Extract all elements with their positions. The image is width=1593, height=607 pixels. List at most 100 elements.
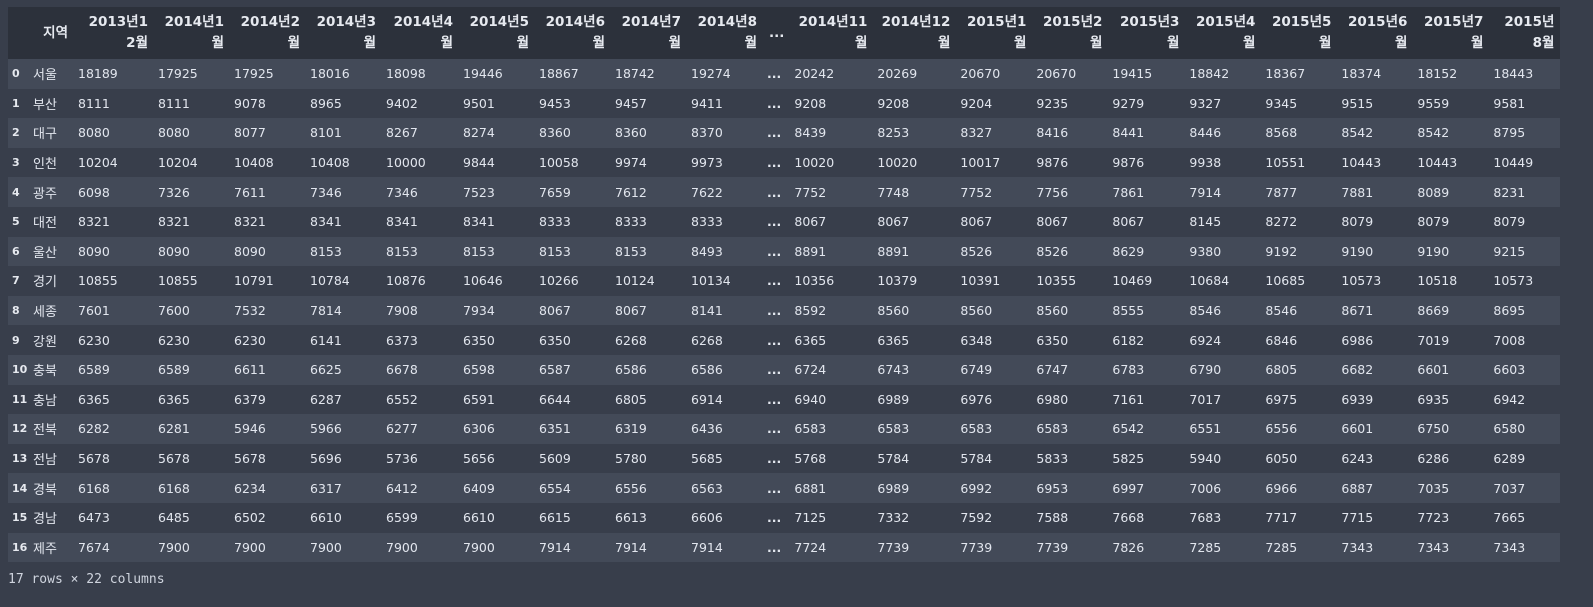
value-cell: 7683 xyxy=(1189,510,1222,526)
value-cell: 8101 xyxy=(310,125,342,141)
value-cell: 18367 xyxy=(1265,66,1306,82)
value-cell: 6924 xyxy=(1189,332,1222,348)
value-cell: 9457 xyxy=(615,95,647,111)
value-cell: 9327 xyxy=(1189,95,1222,111)
value-cell: 8669 xyxy=(1417,303,1450,319)
value-cell: 6682 xyxy=(1341,362,1374,378)
value-cell: 6610 xyxy=(310,510,342,526)
ellipsis-cell: ... xyxy=(767,155,782,171)
value-cell: 8542 xyxy=(1417,125,1450,141)
value-cell: 8080 xyxy=(158,125,190,141)
region-cell: 인천 xyxy=(33,157,57,173)
value-cell: 7900 xyxy=(463,539,495,555)
value-cell: 7017 xyxy=(1189,391,1222,407)
column-header: 2014년6월 xyxy=(545,14,605,51)
value-cell: 7035 xyxy=(1417,480,1450,496)
value-cell: 8526 xyxy=(960,243,993,259)
table-row: 10 충북 6589 6589 6611 6625 6678 6598 6587 6586 6586… xyxy=(8,354,1561,385)
value-cell: 7900 xyxy=(310,539,342,555)
table-row: 1 부산 8111 8111 9078 8965 9402 9501 9453 9457 9411.… xyxy=(8,88,1561,119)
value-cell: 8891 xyxy=(794,243,827,259)
value-cell: 6940 xyxy=(794,391,827,407)
table-row: 12 전북 6282 6281 5946 5966 6277 6306 6351 6319 6436… xyxy=(8,414,1561,444)
value-cell: 7723 xyxy=(1417,510,1450,526)
value-cell: 5966 xyxy=(310,421,342,437)
column-header: 2013년12월 xyxy=(88,14,148,51)
value-cell: 10443 xyxy=(1417,155,1458,171)
value-cell: 9235 xyxy=(1036,95,1069,111)
value-cell: 6281 xyxy=(158,421,190,437)
value-cell: 7600 xyxy=(158,303,190,319)
value-cell: 6625 xyxy=(310,362,342,378)
value-cell: 10855 xyxy=(158,273,198,289)
value-cell: 9515 xyxy=(1341,95,1374,111)
ellipsis-cell: ... xyxy=(767,391,782,407)
value-cell: 8153 xyxy=(310,243,342,259)
value-cell: 6881 xyxy=(794,480,827,496)
region-cell: 충남 xyxy=(33,393,57,409)
value-cell: 5609 xyxy=(539,451,571,467)
value-cell: 6611 xyxy=(234,362,266,378)
value-cell: 9501 xyxy=(463,95,495,111)
value-cell: 10518 xyxy=(1417,273,1458,289)
value-cell: 6587 xyxy=(539,362,571,378)
value-cell: 18742 xyxy=(615,66,655,82)
value-cell: 7914 xyxy=(539,539,571,555)
value-cell: 8560 xyxy=(960,303,993,319)
region-cell: 경기 xyxy=(33,275,57,291)
value-cell: 9215 xyxy=(1493,243,1526,259)
value-cell: 8560 xyxy=(877,303,910,319)
value-cell: 10449 xyxy=(1493,155,1534,171)
value-cell: 7715 xyxy=(1341,510,1374,526)
table-row: 7 경기 10855 10855 10791 10784 10876 10646 10266 10… xyxy=(8,266,1561,296)
column-header: 2014년1월 xyxy=(164,14,224,51)
value-cell: 9411 xyxy=(691,95,723,111)
column-header: 2015년6월 xyxy=(1348,14,1408,51)
value-cell: 7588 xyxy=(1036,510,1069,526)
value-cell: 6502 xyxy=(234,510,266,526)
value-cell: 7332 xyxy=(877,510,910,526)
ellipsis-cell: ... xyxy=(767,95,782,111)
value-cell: 8795 xyxy=(1493,125,1526,141)
table-row: 15 경남 6473 6485 6502 6610 6599 6610 6615 6613 6606… xyxy=(8,502,1561,533)
value-cell: 7914 xyxy=(691,539,723,555)
value-cell: 6050 xyxy=(1265,451,1298,467)
column-header: 2015년7월 xyxy=(1424,14,1484,51)
value-cell: 7346 xyxy=(310,184,342,200)
value-cell: 7019 xyxy=(1417,332,1450,348)
value-cell: 7908 xyxy=(386,303,418,319)
value-cell: 5784 xyxy=(960,451,993,467)
value-cell: 7601 xyxy=(78,303,110,319)
table-row: 8 세종 7601 7600 7532 7814 7908 7934 8067 8067 8141.… xyxy=(8,295,1561,326)
value-cell: 6289 xyxy=(1493,451,1526,467)
value-cell: 8333 xyxy=(615,214,647,230)
value-cell: 9208 xyxy=(794,95,827,111)
table-row: 9 강원 6230 6230 6230 6141 6373 6350 6350 6268 6268.… xyxy=(8,325,1561,355)
value-cell: 6790 xyxy=(1189,362,1222,378)
value-cell: 8416 xyxy=(1036,125,1069,141)
value-cell: 6989 xyxy=(877,391,910,407)
value-cell: 8439 xyxy=(794,125,827,141)
column-header: 2015년1월 xyxy=(967,14,1027,51)
value-cell: 6230 xyxy=(234,332,266,348)
table-row: 2 대구 8080 8080 8077 8101 8267 8274 8360 8360 8370.… xyxy=(8,118,1561,148)
ellipsis-cell: ... xyxy=(767,184,782,200)
value-cell: 6542 xyxy=(1112,421,1145,437)
value-cell: 6563 xyxy=(691,480,723,496)
row-index: 7 xyxy=(12,274,20,288)
value-cell: 8111 xyxy=(78,95,110,111)
value-cell: 8274 xyxy=(463,125,495,141)
value-cell: 7717 xyxy=(1265,510,1298,526)
value-cell: 7125 xyxy=(794,510,827,526)
value-cell: 7532 xyxy=(234,303,266,319)
value-cell: 6846 xyxy=(1265,332,1298,348)
value-cell: 5736 xyxy=(386,451,418,467)
value-cell: 10791 xyxy=(234,273,274,289)
value-cell: 8441 xyxy=(1112,125,1145,141)
ellipsis-cell: ... xyxy=(767,214,782,230)
row-index: 1 xyxy=(12,96,20,110)
value-cell: 8090 xyxy=(234,243,266,259)
value-cell: 6976 xyxy=(960,391,993,407)
value-cell: 7343 xyxy=(1417,539,1450,555)
value-cell: 9279 xyxy=(1112,95,1145,111)
